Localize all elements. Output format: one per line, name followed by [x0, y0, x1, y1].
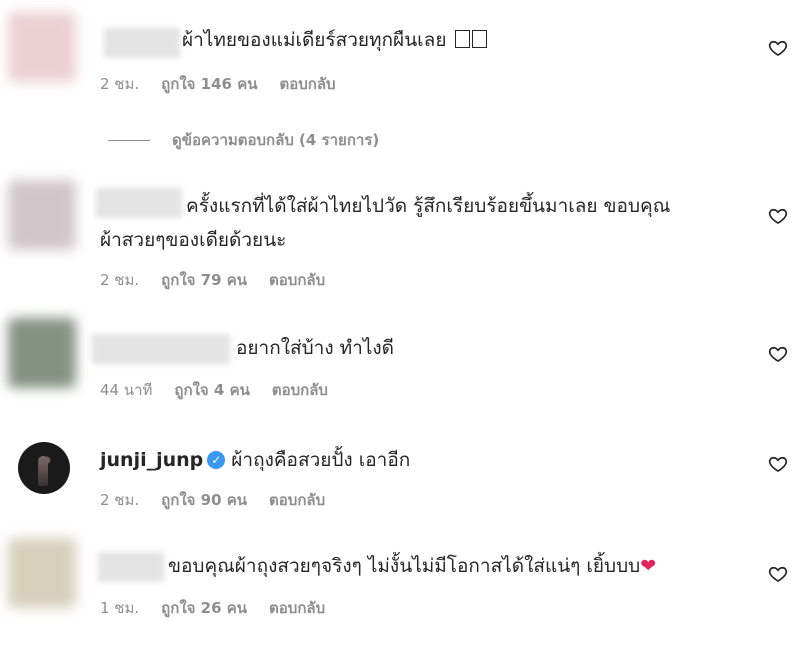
- avatar[interactable]: [8, 180, 76, 250]
- avatar[interactable]: [8, 318, 76, 388]
- comment-meta: 2 ชม. ถูกใจ 90 คน ตอบกลับ: [100, 488, 347, 512]
- reply-button[interactable]: ตอบกลับ: [279, 75, 335, 93]
- username-blurred[interactable]: [92, 334, 230, 364]
- comment-meta: 1 ชม. ถูกใจ 26 คน ตอบกลับ: [100, 596, 347, 620]
- timestamp: 2 ชม.: [100, 75, 140, 93]
- comment-text-continued: ผ้าสวยๆของเดียด้วยนะ: [100, 229, 287, 251]
- like-count[interactable]: ถูกใจ 90 คน: [161, 491, 247, 509]
- unrendered-emoji: [471, 30, 487, 48]
- comment-meta: 44 นาที ถูกใจ 4 คน ตอบกลับ: [100, 378, 350, 402]
- timestamp: 2 ชม.: [100, 491, 140, 509]
- timestamp: 44 นาที: [100, 381, 153, 399]
- red-heart-emoji: ❤: [640, 555, 657, 577]
- heart-outline-icon[interactable]: [768, 206, 788, 226]
- reply-button[interactable]: ตอบกลับ: [269, 599, 325, 617]
- comment-text: อยากใส่บ้าง ทำไงดี: [236, 337, 395, 359]
- view-replies-link[interactable]: ดูข้อความตอบกลับ (4 รายการ): [108, 128, 379, 152]
- heart-outline-icon[interactable]: [768, 344, 788, 364]
- comment-text: ครั้งแรกที่ได้ใส่ผ้าไทยไปวัด รู้สึกเรียบ…: [186, 195, 671, 217]
- username-blurred[interactable]: [98, 552, 164, 582]
- avatar[interactable]: [8, 538, 76, 608]
- heart-outline-icon[interactable]: [768, 564, 788, 584]
- comment-body: ผ้าถุงคือสวยปั้ง เอาอีก: [231, 449, 411, 471]
- like-count[interactable]: ถูกใจ 4 คน: [174, 381, 249, 399]
- comment-meta: 2 ชม. ถูกใจ 146 คน ตอบกลับ: [100, 72, 358, 96]
- like-count[interactable]: ถูกใจ 146 คน: [161, 75, 257, 93]
- reply-button[interactable]: ตอบกลับ: [269, 271, 325, 289]
- like-count[interactable]: ถูกใจ 79 คน: [161, 271, 247, 289]
- username-blurred[interactable]: [96, 188, 182, 218]
- avatar[interactable]: [18, 442, 70, 494]
- view-replies-label[interactable]: ดูข้อความตอบกลับ (4 รายการ): [172, 131, 379, 149]
- avatar[interactable]: [8, 12, 76, 82]
- timestamp: 2 ชม.: [100, 271, 140, 289]
- comment-text: ขอบคุณผ้าถุงสวยๆจริงๆ ไม่งั้นไม่มีโอกาสไ…: [168, 555, 657, 577]
- unrendered-emoji: [454, 30, 470, 48]
- heart-outline-icon[interactable]: [768, 38, 788, 58]
- divider-line: [108, 140, 150, 141]
- verified-badge-icon: ✓: [207, 451, 226, 469]
- comment-meta: 2 ชม. ถูกใจ 79 คน ตอบกลับ: [100, 268, 347, 292]
- username-blurred[interactable]: [104, 28, 180, 58]
- heart-outline-icon[interactable]: [768, 454, 788, 474]
- reply-button[interactable]: ตอบกลับ: [269, 491, 325, 509]
- comment-text: ผ้าไทยของแม่เดียร์สวยทุกผืนเลย: [182, 24, 487, 56]
- username[interactable]: junji_junp: [100, 449, 203, 471]
- comment-text: junji_junp ✓ ผ้าถุงคือสวยปั้ง เอาอีก: [100, 444, 410, 476]
- reply-button[interactable]: ตอบกลับ: [272, 381, 328, 399]
- like-count[interactable]: ถูกใจ 26 คน: [161, 599, 247, 617]
- timestamp: 1 ชม.: [100, 599, 140, 617]
